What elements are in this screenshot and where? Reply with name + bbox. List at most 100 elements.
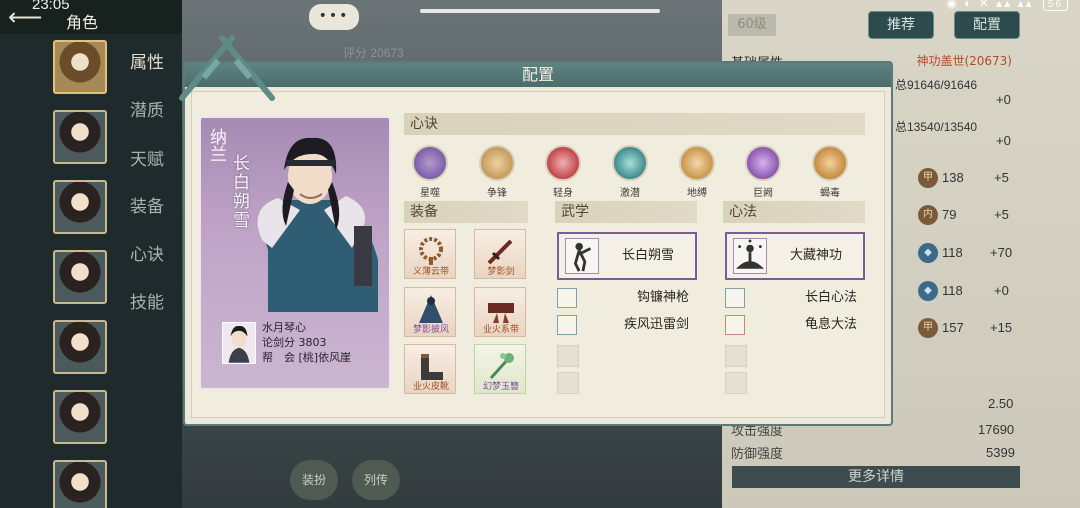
tab-equipment[interactable]: 装备 xyxy=(130,192,164,217)
defense-label: 防御强度 xyxy=(731,447,784,462)
modal-title: 配置 xyxy=(521,65,554,84)
home-indicator xyxy=(420,9,660,13)
empty-skill-slot[interactable] xyxy=(557,372,579,394)
hairpin-icon xyxy=(489,353,514,380)
tab-skills[interactable]: 技能 xyxy=(130,288,164,313)
mind-main-name: 大藏神功 xyxy=(789,248,842,263)
attr-icon-5: 甲 xyxy=(918,318,938,338)
xinjue-item-6[interactable]: 巨阙 xyxy=(743,145,783,199)
xinjue-label: 激潜 xyxy=(620,188,640,199)
attr-plus-4: +0 xyxy=(994,283,1009,298)
xinjue-item-7[interactable]: 蝎毒 xyxy=(810,145,850,199)
xinjue-orb-icon xyxy=(679,145,715,181)
status-time: 23:05 xyxy=(32,0,70,13)
equip-slot-sash[interactable]: 业火系带 xyxy=(474,287,526,337)
player-guild-label: 帮 会 xyxy=(262,351,295,364)
player-score-label: 论剑分 xyxy=(262,336,295,349)
level-badge: 60级 xyxy=(728,14,776,36)
character-surname: 纳兰 xyxy=(206,128,226,162)
boots-icon xyxy=(421,354,443,380)
player-guild-value: [桃]依风崖 xyxy=(298,351,352,364)
character-portrait-4[interactable] xyxy=(53,250,107,304)
character-portrait-1[interactable] xyxy=(53,40,107,94)
equip-slot-cloak[interactable]: 梦影披风 xyxy=(404,287,456,337)
xinjue-orb-icon xyxy=(812,145,848,181)
character-portrait-art xyxy=(257,137,378,312)
score-chip: 评分 20673 xyxy=(343,44,404,61)
character-portrait-5[interactable] xyxy=(53,320,107,374)
mp-value: 总13540/13540 xyxy=(895,120,978,134)
attr-plus-1: +5 xyxy=(994,170,1009,185)
martial-section-title: 武学 xyxy=(555,201,697,223)
martial-main-skill[interactable]: 长白朔雪 xyxy=(557,232,697,280)
attr-value-5: 157 xyxy=(942,320,964,335)
player-avatar xyxy=(222,322,256,364)
equip-slot-weapon[interactable]: 梦影剑 xyxy=(474,229,526,279)
mp-plus: +0 xyxy=(996,133,1011,148)
swordsman-icon xyxy=(565,238,599,274)
attr-plus-3: +70 xyxy=(990,245,1013,260)
more-details-button[interactable]: 更多详情 xyxy=(732,466,1020,488)
page-title: 角色 xyxy=(66,13,99,32)
meditation-icon xyxy=(733,238,767,274)
xinjue-item-2[interactable]: 争锋 xyxy=(477,145,517,199)
character-portrait-3[interactable] xyxy=(53,180,107,234)
prayer-beads-icon xyxy=(419,237,443,265)
tab-potential[interactable]: 潜质 xyxy=(130,96,164,121)
recommend-button[interactable]: 推荐 xyxy=(868,11,934,39)
score-value: 20673 xyxy=(370,46,404,60)
attr-icon-1: 甲 xyxy=(918,168,938,188)
attr-value-1: 138 xyxy=(942,170,964,185)
tab-xinjue[interactable]: 心诀 xyxy=(130,240,164,265)
outfit-button[interactable]: 装扮 xyxy=(290,460,338,500)
xinjue-item-3[interactable]: 轻身 xyxy=(543,145,583,199)
empty-skill-slot[interactable] xyxy=(725,345,747,367)
xinjue-item-1[interactable]: 星噬 xyxy=(410,145,450,199)
equip-label: 幻梦玉簪 xyxy=(482,382,519,392)
chat-bubble-icon[interactable]: ••• xyxy=(309,4,359,30)
attr-plus-5: +15 xyxy=(990,320,1013,335)
speed-value: 2.50 xyxy=(988,396,1014,411)
equip-label: 梦影披风 xyxy=(412,325,449,335)
attack-value: 17690 xyxy=(978,422,1015,437)
xinjue-orb-icon xyxy=(412,145,448,181)
xinjue-item-4[interactable]: 激潜 xyxy=(610,145,650,199)
xinjue-label: 巨阙 xyxy=(753,188,773,199)
mind-section-title: 心法 xyxy=(723,201,865,223)
attr-icon-2: 内 xyxy=(918,205,938,225)
mind-skill-1[interactable]: 长白心法 xyxy=(737,288,857,308)
equip-label: 梦影剑 xyxy=(487,267,515,277)
character-portrait-2[interactable] xyxy=(53,110,107,164)
martial-skill-2[interactable]: 疾风迅雷剑 xyxy=(569,315,689,335)
tab-talent[interactable]: 天赋 xyxy=(130,145,164,170)
player-guild: 帮 会 [桃]依风崖 xyxy=(262,350,351,365)
character-portrait-6[interactable] xyxy=(53,390,107,444)
empty-skill-slot[interactable] xyxy=(725,372,747,394)
attr-value-3: 118 xyxy=(942,245,963,260)
hp-value: 总91646/91646 xyxy=(895,78,978,92)
equip-slot-hairpin[interactable]: 幻梦玉簪 xyxy=(474,344,526,394)
xinjue-label: 争锋 xyxy=(487,188,507,199)
empty-skill-slot[interactable] xyxy=(557,345,579,367)
tab-attributes[interactable]: 属性 xyxy=(130,48,164,73)
config-button[interactable]: 配置 xyxy=(954,11,1020,39)
attr-icon-4: ◆ xyxy=(918,281,938,301)
defense-value: 5399 xyxy=(986,445,1015,460)
mind-skill-2[interactable]: 龟息大法 xyxy=(737,315,857,335)
martial-main-name: 长白朔雪 xyxy=(621,248,674,263)
equip-slot-belt[interactable]: 义薄云带 xyxy=(404,229,456,279)
xinjue-label: 轻身 xyxy=(553,188,573,199)
equip-slot-boots[interactable]: 业火皮靴 xyxy=(404,344,456,394)
equip-label: 义薄云带 xyxy=(412,267,449,277)
biography-button[interactable]: 列传 xyxy=(352,460,400,500)
martial-skill-1[interactable]: 钩镰神枪 xyxy=(569,288,689,308)
character-portrait-7[interactable] xyxy=(53,460,107,508)
player-score-value: 3803 xyxy=(298,336,327,349)
cloak-icon xyxy=(419,295,443,323)
character-name: 长白朔雪 xyxy=(229,154,249,230)
player-info: 水月琴心 论剑分 3803 帮 会 [桃]依风崖 xyxy=(262,320,351,365)
xinjue-item-5[interactable]: 地缚 xyxy=(677,145,717,199)
mind-main-skill[interactable]: 大藏神功 xyxy=(725,232,865,280)
xinjue-section-title: 心诀 xyxy=(404,113,865,135)
status-icons: ◉ ◐ ✕ ▴▴ ▴▴ 56 xyxy=(946,0,1068,11)
